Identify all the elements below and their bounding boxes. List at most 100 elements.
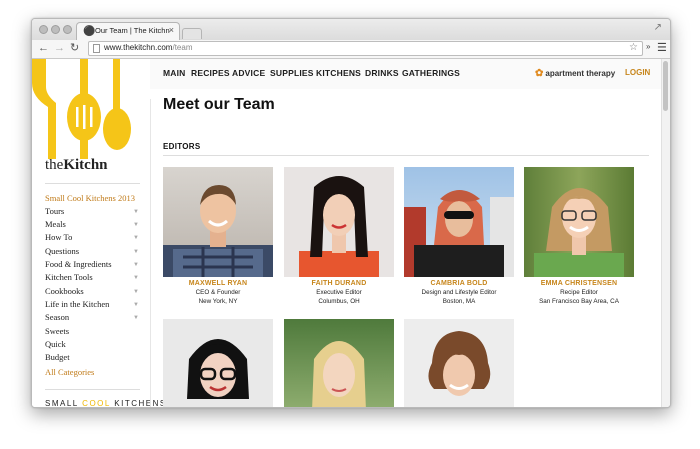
- nav-main[interactable]: MAIN: [163, 68, 186, 78]
- bookmark-star-icon[interactable]: ☆: [629, 42, 638, 53]
- chevron-down-icon[interactable]: ▼: [133, 209, 139, 215]
- nav-gatherings[interactable]: GATHERINGS: [402, 68, 460, 78]
- address-bar[interactable]: www.thekitchn.com/team ☆: [88, 41, 643, 56]
- small-cool-kitchens-promo[interactable]: SMALL COOL KITCHENS: [45, 399, 167, 407]
- scrollbar-thumb[interactable]: [663, 61, 668, 111]
- title-bar: ⚫ Our Team | The Kitchn × ↗: [32, 19, 670, 40]
- section-title-editors: EDITORS: [163, 142, 201, 151]
- team-member-location: Boston, MA: [442, 298, 476, 305]
- sidebar-item-quick[interactable]: Quick: [45, 339, 66, 349]
- team-member-name[interactable]: EMMA CHRISTENSEN: [524, 280, 634, 287]
- sidebar-item-season[interactable]: Season: [45, 312, 69, 322]
- site-name-light: the: [45, 157, 64, 173]
- page-scrollbar[interactable]: [661, 59, 670, 407]
- team-card[interactable]: FAITH DURAND Executive Editor Columbus, …: [284, 167, 394, 305]
- promo-word-kitchens: KITCHENS: [114, 399, 167, 407]
- kitchn-favicon-icon: ⚫: [83, 26, 96, 37]
- browser-menu-icon[interactable]: ☰: [657, 41, 667, 54]
- minimize-window-button[interactable]: [51, 25, 60, 34]
- team-photo[interactable]: [163, 319, 273, 407]
- browser-toolbar: ← → ↻ www.thekitchn.com/team ☆ » ☰: [32, 40, 670, 59]
- team-member-role: CEO & Founder: [195, 289, 241, 296]
- reload-icon[interactable]: ↻: [70, 41, 79, 56]
- team-card[interactable]: [163, 319, 273, 407]
- nav-advice[interactable]: ADVICE: [232, 68, 265, 78]
- sidebar-item-kitchen-tools[interactable]: Kitchen Tools: [45, 272, 93, 282]
- team-member-role: Recipe Editor: [560, 289, 598, 296]
- forward-arrow-icon[interactable]: →: [54, 41, 65, 56]
- nav-supplies[interactable]: SUPPLIES: [270, 68, 314, 78]
- back-arrow-icon[interactable]: ←: [38, 41, 49, 56]
- login-link[interactable]: LOGIN: [625, 68, 650, 77]
- page-title: Meet our Team: [163, 96, 275, 113]
- brand-label: apartment therapy: [545, 69, 616, 78]
- apartment-therapy-link[interactable]: ✿ apartment therapy: [535, 68, 615, 79]
- team-photo[interactable]: [284, 319, 394, 407]
- sidebar-separator: [150, 99, 151, 407]
- sidebar-item-tours[interactable]: Tours: [45, 206, 64, 216]
- sidebar: theKitchn Small Cool Kitchens 2013 Tours…: [32, 59, 165, 407]
- chevron-down-icon[interactable]: ▼: [133, 289, 139, 295]
- promo-word-small: SMALL: [45, 399, 79, 407]
- close-window-button[interactable]: [39, 25, 48, 34]
- sidebar-item-cookbooks[interactable]: Cookbooks: [45, 286, 84, 296]
- url-path: /team: [172, 43, 193, 52]
- team-member-role: Design and Lifestyle Editor: [421, 289, 497, 296]
- team-card[interactable]: [404, 319, 514, 407]
- team-card[interactable]: EMMA CHRISTENSEN Recipe Editor San Franc…: [524, 167, 634, 305]
- sidebar-item-life-in-the-kitchen[interactable]: Life in the Kitchen: [45, 299, 109, 309]
- team-member-name[interactable]: FAITH DURAND: [284, 280, 394, 287]
- team-member-name[interactable]: MAXWELL RYAN: [163, 280, 273, 287]
- team-card[interactable]: CAMBRIA BOLD Design and Lifestyle Editor…: [404, 167, 514, 305]
- sidebar-item-all-categories[interactable]: All Categories: [45, 367, 94, 377]
- sidebar-item-questions[interactable]: Questions: [45, 246, 79, 256]
- chevron-down-icon[interactable]: ▼: [133, 249, 139, 255]
- zoom-window-button[interactable]: [63, 25, 72, 34]
- sidebar-divider: [45, 183, 140, 184]
- new-tab-button[interactable]: [182, 28, 202, 39]
- team-photo[interactable]: [163, 167, 273, 277]
- sidebar-item-how-to[interactable]: How To: [45, 232, 72, 242]
- url-text[interactable]: www.thekitchn.com/team: [104, 43, 192, 52]
- team-card[interactable]: [284, 319, 394, 407]
- chevron-down-icon[interactable]: ▼: [133, 315, 139, 321]
- chevron-down-icon[interactable]: ▼: [133, 235, 139, 241]
- team-member-location: San Francisco Bay Area, CA: [539, 298, 619, 305]
- promo-word-cool: COOL: [82, 399, 111, 407]
- kitchen-utensils-logo-icon[interactable]: [32, 59, 150, 159]
- page-icon: [93, 44, 100, 53]
- team-member-name[interactable]: CAMBRIA BOLD: [404, 280, 514, 287]
- nav-recipes[interactable]: RECIPES: [191, 68, 230, 78]
- nav-kitchens[interactable]: KITCHENS: [316, 68, 361, 78]
- sidebar-item-small-cool-kitchens[interactable]: Small Cool Kitchens 2013: [45, 193, 135, 203]
- sidebar-item-meals[interactable]: Meals: [45, 219, 66, 229]
- site-name-bold: Kitchn: [63, 157, 108, 173]
- tab-title: Our Team | The Kitchn: [95, 26, 170, 35]
- page-viewport: MAIN RECIPES ADVICE SUPPLIES KITCHENS DR…: [32, 59, 670, 407]
- section-divider: [163, 155, 649, 156]
- url-host: www.thekitchn.com: [104, 43, 173, 52]
- chevron-down-icon[interactable]: ▼: [133, 275, 139, 281]
- extensions-overflow-icon[interactable]: »: [646, 42, 650, 51]
- sidebar-item-budget[interactable]: Budget: [45, 352, 70, 362]
- team-card[interactable]: MAXWELL RYAN CEO & Founder New York, NY: [163, 167, 273, 305]
- chevron-down-icon[interactable]: ▼: [133, 222, 139, 228]
- team-photo[interactable]: [284, 167, 394, 277]
- sidebar-item-sweets[interactable]: Sweets: [45, 326, 69, 336]
- chevron-down-icon[interactable]: ▼: [133, 262, 139, 268]
- team-member-role: Executive Editor: [316, 289, 362, 296]
- apartment-therapy-logo-icon: ✿: [535, 68, 544, 79]
- browser-tab[interactable]: ⚫ Our Team | The Kitchn ×: [76, 22, 180, 40]
- nav-drinks[interactable]: DRINKS: [365, 68, 399, 78]
- sidebar-item-food-ingredients[interactable]: Food & Ingredients: [45, 259, 112, 269]
- team-photo[interactable]: [404, 167, 514, 277]
- browser-window: ⚫ Our Team | The Kitchn × ↗ ← → ↻ www.th…: [31, 18, 671, 408]
- fullscreen-icon[interactable]: ↗: [654, 22, 662, 33]
- team-member-location: Columbus, OH: [318, 298, 360, 305]
- sidebar-divider: [45, 389, 140, 390]
- team-photo[interactable]: [404, 319, 514, 407]
- team-photo[interactable]: [524, 167, 634, 277]
- chevron-down-icon[interactable]: ▼: [133, 302, 139, 308]
- site-name[interactable]: theKitchn: [45, 157, 108, 174]
- close-tab-icon[interactable]: ×: [169, 25, 174, 35]
